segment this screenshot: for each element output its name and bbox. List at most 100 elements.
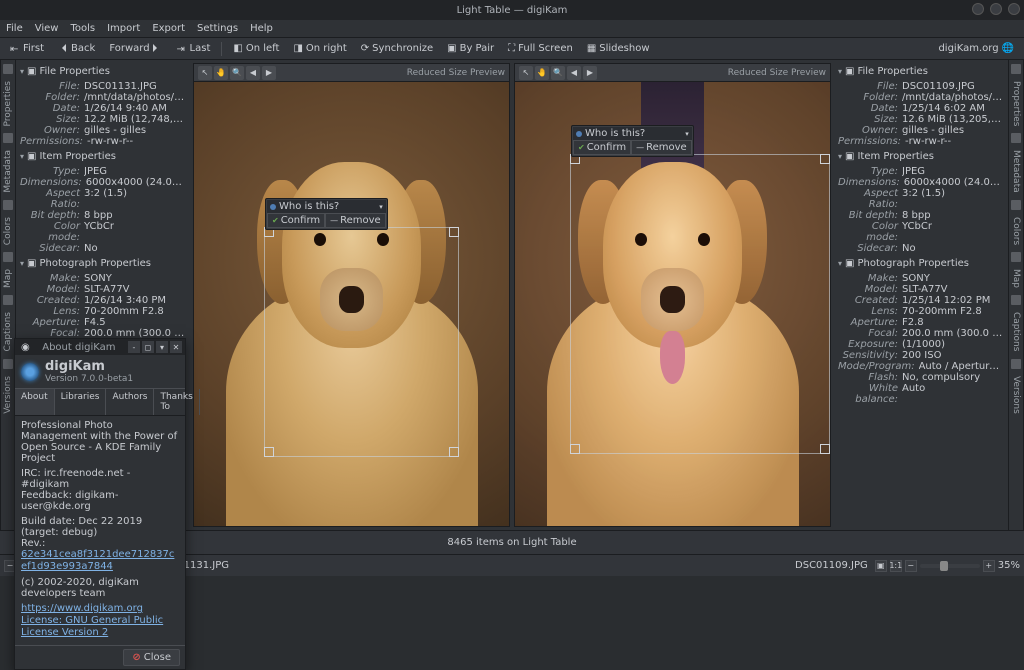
nav-back-button[interactable]: Back [52, 41, 101, 56]
by-pair-button[interactable]: ▣By Pair [441, 41, 500, 56]
about-license-link[interactable]: License: GNU General Public License Vers… [21, 615, 163, 638]
tab-libraries[interactable]: Libraries [55, 389, 107, 415]
face-name-input[interactable]: Who is this?▾ [267, 200, 386, 213]
tab-map[interactable]: Map [3, 266, 13, 291]
tab-authors[interactable]: Authors [106, 389, 154, 415]
confirm-face-button[interactable]: ✔Confirm [573, 140, 631, 155]
tab-map[interactable]: Map [1011, 266, 1021, 291]
zoom-tool-icon[interactable]: 🔍 [230, 66, 244, 80]
pointer-tool-icon[interactable]: ↖ [198, 66, 212, 80]
about-feedback: Feedback: digikam-user@kde.org [21, 490, 179, 512]
chevron-down-icon[interactable]: ▾ [379, 203, 383, 211]
menu-file[interactable]: File [6, 23, 23, 34]
tab-properties[interactable]: Properties [3, 78, 13, 129]
next-icon[interactable]: ▶ [262, 66, 276, 80]
zoom-tool-icon[interactable]: 🔍 [551, 66, 565, 80]
tab-captions[interactable]: Captions [1011, 309, 1021, 354]
remove-face-button[interactable]: —Remove [631, 140, 692, 155]
on-right-button[interactable]: ◨On right [287, 41, 352, 56]
right-image-canvas[interactable]: Who is this?▾ ✔Confirm —Remove [515, 82, 830, 526]
fit-window-icon[interactable]: ▣ [875, 560, 887, 572]
tab-versions[interactable]: Versions [1011, 373, 1021, 417]
globe-icon: 🌐 [1002, 43, 1014, 54]
nav-last-button[interactable]: Last [171, 41, 217, 56]
tab-versions[interactable]: Versions [3, 373, 13, 417]
property-row: Sensitivity:200 ISO [838, 350, 1004, 361]
about-rev-link[interactable]: 62e341cea8f3121dee712837cef1d93e993a7844 [21, 549, 174, 572]
about-home-link[interactable]: https://www.digikam.org [21, 603, 143, 614]
property-row: Size:12.2 MiB (12,748,752) [20, 114, 186, 125]
captions-tab-icon[interactable] [3, 295, 13, 305]
confirm-face-button[interactable]: ✔Confirm [267, 213, 325, 228]
property-row: Model:SLT-A77V [20, 284, 186, 295]
section-header[interactable]: ▾ ▣ File Properties [20, 65, 186, 78]
dialog-close-button[interactable]: ✕ [170, 341, 182, 353]
colors-tab-icon[interactable] [1011, 200, 1021, 210]
close-button[interactable]: ⊘Close [123, 649, 180, 666]
prev-icon[interactable]: ◀ [567, 66, 581, 80]
window-close-button[interactable] [1008, 3, 1020, 15]
property-row: Permissions:-rw-rw-r-- [20, 136, 186, 147]
zoom-100-icon[interactable]: 1:1 [890, 560, 902, 572]
properties-tab-icon[interactable] [1011, 64, 1021, 74]
tab-metadata[interactable]: Metadata [1011, 147, 1021, 196]
section-header[interactable]: ▾ ▣ Photograph Properties [838, 257, 1004, 270]
prev-icon[interactable]: ◀ [246, 66, 260, 80]
zoom-out-button[interactable]: − [905, 560, 917, 572]
section-header[interactable]: ▾ ▣ File Properties [838, 65, 1004, 78]
face-name-input[interactable]: Who is this?▾ [573, 127, 692, 140]
nav-first-button[interactable]: First [4, 41, 50, 56]
properties-tab-icon[interactable] [3, 64, 13, 74]
menu-import[interactable]: Import [107, 23, 140, 34]
property-row: Aperture:F4.5 [20, 317, 186, 328]
tab-properties[interactable]: Properties [1011, 78, 1021, 129]
face-rectangle[interactable]: Who is this?▾ ✔Confirm —Remove [570, 154, 830, 454]
hand-tool-icon[interactable]: 🤚 [214, 66, 228, 80]
versions-tab-icon[interactable] [1011, 359, 1021, 369]
zoom-in-button[interactable]: + [983, 560, 995, 572]
menu-view[interactable]: View [35, 23, 59, 34]
window-minimize-button[interactable] [972, 3, 984, 15]
menu-help[interactable]: Help [250, 23, 273, 34]
chevron-down-icon[interactable]: ▾ [685, 130, 689, 138]
slideshow-button[interactable]: ▦Slideshow [581, 41, 656, 56]
menu-export[interactable]: Export [152, 23, 185, 34]
versions-tab-icon[interactable] [3, 359, 13, 369]
dialog-shade-button[interactable]: ▾ [156, 341, 168, 353]
dialog-min-button[interactable]: ‐ [128, 341, 140, 353]
face-rectangle[interactable]: Who is this?▾ ✔Confirm —Remove [264, 227, 459, 457]
nav-forward-button[interactable]: Forward [103, 41, 168, 56]
synchronize-button[interactable]: ⟳Synchronize [355, 41, 439, 56]
map-tab-icon[interactable] [1011, 252, 1021, 262]
menu-settings[interactable]: Settings [197, 23, 238, 34]
zoom-slider-right[interactable] [920, 564, 980, 568]
section-header[interactable]: ▾ ▣ Item Properties [838, 150, 1004, 163]
window-maximize-button[interactable] [990, 3, 1002, 15]
dialog-max-button[interactable]: ◻ [142, 341, 154, 353]
tab-about[interactable]: About [15, 389, 55, 415]
colors-tab-icon[interactable] [3, 200, 13, 210]
minus-icon: — [330, 216, 338, 225]
tab-colors[interactable]: Colors [3, 214, 13, 248]
tab-metadata[interactable]: Metadata [3, 147, 13, 196]
hand-tool-icon[interactable]: 🤚 [535, 66, 549, 80]
tab-captions[interactable]: Captions [3, 309, 13, 354]
fullscreen-button[interactable]: ⛶Full Screen [502, 41, 579, 56]
next-icon[interactable]: ▶ [583, 66, 597, 80]
map-tab-icon[interactable] [3, 252, 13, 262]
pointer-tool-icon[interactable]: ↖ [519, 66, 533, 80]
tab-thanks[interactable]: Thanks To [154, 389, 199, 415]
menubar: File View Tools Import Export Settings H… [0, 20, 1024, 38]
left-image-canvas[interactable]: Who is this?▾ ✔Confirm —Remove [194, 82, 509, 526]
metadata-tab-icon[interactable] [1011, 133, 1021, 143]
menu-tools[interactable]: Tools [70, 23, 95, 34]
remove-face-button[interactable]: —Remove [325, 213, 386, 228]
on-left-button[interactable]: ◧On left [227, 41, 285, 56]
digikam-site-link[interactable]: digiKam.org🌐 [932, 41, 1020, 56]
metadata-tab-icon[interactable] [3, 133, 13, 143]
section-header[interactable]: ▾ ▣ Photograph Properties [20, 257, 186, 270]
captions-tab-icon[interactable] [1011, 295, 1021, 305]
property-row: Permissions:-rw-rw-r-- [838, 136, 1004, 147]
tab-colors[interactable]: Colors [1011, 214, 1021, 248]
section-header[interactable]: ▾ ▣ Item Properties [20, 150, 186, 163]
